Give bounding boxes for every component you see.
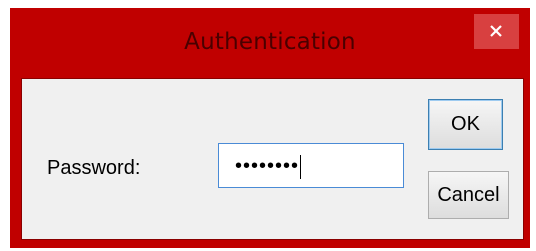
authentication-dialog: Authentication Password: •••••••• OK Can… [10,8,530,248]
cancel-button[interactable]: Cancel [428,171,509,219]
password-dots: •••••••• [235,155,300,177]
password-field[interactable]: •••••••• [218,143,404,188]
title-bar[interactable]: Authentication [10,8,530,78]
dialog-body: Password: •••••••• OK Cancel [21,78,524,240]
close-button[interactable] [474,14,519,49]
text-caret [300,154,302,179]
ok-button[interactable]: OK [428,99,503,150]
password-mask: •••••••• [235,153,302,179]
dialog-title: Authentication [184,29,356,55]
close-icon [490,25,502,37]
password-label: Password: [47,157,141,179]
